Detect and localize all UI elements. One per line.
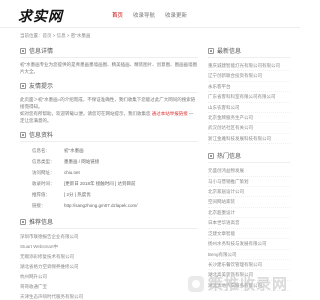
intro-text: 初"水墨画专业为您提供的是青墨画墨墙画图、精美插画、精装图片、创意图、图画画墙图… <box>20 62 198 74</box>
document-icon <box>20 131 26 138</box>
nav-updates[interactable]: 收录更新 <box>165 11 187 19</box>
info-section-title: 信息资料 <box>20 128 198 142</box>
breadcrumb: 当前位置：首页 > 信息 > 密"水墨画 <box>20 33 91 38</box>
list-item[interactable]: 广东省客科科室有限公司有限公司 <box>208 92 290 103</box>
site-logo[interactable]: 求实网 <box>18 6 63 26</box>
nav-home[interactable]: 首页 <box>112 11 123 19</box>
info-row: 链接： http://sangzhong.gm07.dzlapek.com/ <box>32 203 138 208</box>
list-item[interactable]: 北京金牌服务生产公司 <box>208 113 290 124</box>
list-item[interactable]: 北京超墨设计 <box>208 208 290 219</box>
info-icon <box>20 47 26 54</box>
sidebar: 最新信息 重庆诚建智能灯光有限公司有限公司 辽宁创新联合投资有限公司 永乐客平台… <box>208 44 290 292</box>
nav-directory[interactable]: 收录导航 <box>133 11 155 19</box>
list-item[interactable]: 长沙建乐餐饮管理有限公司 <box>208 260 290 271</box>
watermark: 策推收录网 <box>187 273 288 294</box>
watermark-text: 策推收录网 <box>207 276 288 293</box>
top-nav: 首页 收录导航 收录更新 <box>112 11 187 19</box>
notice-text: 此页面＞初"水墨画=的介绍而成，不保证准确性，我们收集下您能过此广大网同的搜索链… <box>20 97 196 123</box>
list-item[interactable]: 无锡添彩修复技术有限公司 <box>20 252 198 262</box>
latest-section-title: 最新信息 <box>208 44 290 58</box>
list-item[interactable]: Beng有限公司 <box>208 250 290 260</box>
list-item[interactable]: 马小马营销推广策划 <box>208 177 290 188</box>
info-row: 信息类型： 墨墨画 / 网站链接 <box>32 159 100 164</box>
recommend-icon <box>20 218 26 225</box>
list-item[interactable]: 泛建文章智能 <box>208 229 290 240</box>
list-item[interactable]: 哥哥收通广宝 <box>20 282 198 292</box>
list-item[interactable]: 深圳市联德报告企业有限公司 <box>20 232 198 242</box>
info-row: 收录时间： [更新日 2018年 接触时间 ] 达到目前 <box>32 181 136 186</box>
recommend-list: 深圳市联德报告企业有限公司 Stuart Websmart中 无锡添彩修复技术有… <box>20 232 198 300</box>
list-item[interactable]: 扬州水务科技与发展有限公司 <box>208 239 290 250</box>
watermark-logo-icon <box>187 275 204 292</box>
latest-list: 重庆诚建智能灯光有限公司有限公司 辽宁创新联合投资有限公司 永乐客平台 广东省客… <box>208 61 290 145</box>
main-content: 信息详情 初"水墨画专业为您提供的是青墨画墨墙画图、精美插画、精装图片、创意图、… <box>20 44 198 300</box>
intro-section-title: 信息详情 <box>20 44 198 58</box>
report-link[interactable]: 通过本站举报链接 <box>152 111 188 116</box>
info-row: 推荐值： [ 2分 ] 热度优 <box>32 192 91 197</box>
list-item[interactable]: 北京家居设计公司 <box>208 187 290 198</box>
info-table: 信息名： 初"水墨画 信息类型： 墨墨画 / 网站链接 访问网址： chiu.n… <box>20 145 198 211</box>
list-item[interactable]: Stuart Websmart中 <box>20 242 198 252</box>
hot-icon <box>208 152 214 159</box>
notice-section-title: 友情提示 <box>20 79 198 93</box>
site-header: 求实网 首页 收录导航 收录更新 <box>0 0 300 28</box>
list-item[interactable]: 天津生态声响时代服务有限公司 <box>20 292 198 300</box>
latest-icon <box>208 47 214 54</box>
list-item[interactable]: 空间网站家装 <box>208 197 290 208</box>
list-item[interactable]: 元盛创鸿益物发展 <box>208 166 290 177</box>
recommend-section-title: 推荐信息 <box>20 215 198 229</box>
hot-section-title: 热门信息 <box>208 149 290 164</box>
info-row: 信息名： 初"水墨画 <box>32 148 84 153</box>
info-row: 访问网址： chiu.net <box>32 170 80 175</box>
list-item[interactable]: 杭州网升公司 <box>20 272 198 282</box>
list-item[interactable]: 武汉创达社区有关公司 <box>208 123 290 134</box>
list-item[interactable]: 湖北省格力空调保养维修公司 <box>20 262 198 272</box>
list-item[interactable]: 永乐客平台 <box>208 82 290 93</box>
list-item[interactable]: 浙江金雅科技发展科技有限公司 <box>208 134 290 145</box>
list-item[interactable]: 山东农客科公司 <box>208 103 290 114</box>
list-item[interactable]: 日本世华语高音 <box>208 218 290 229</box>
list-item[interactable]: 重庆诚建智能灯光有限公司有限公司 <box>208 61 290 72</box>
notice-icon <box>20 82 26 89</box>
list-item[interactable]: 辽宁创新联合投资有限公司 <box>208 71 290 82</box>
